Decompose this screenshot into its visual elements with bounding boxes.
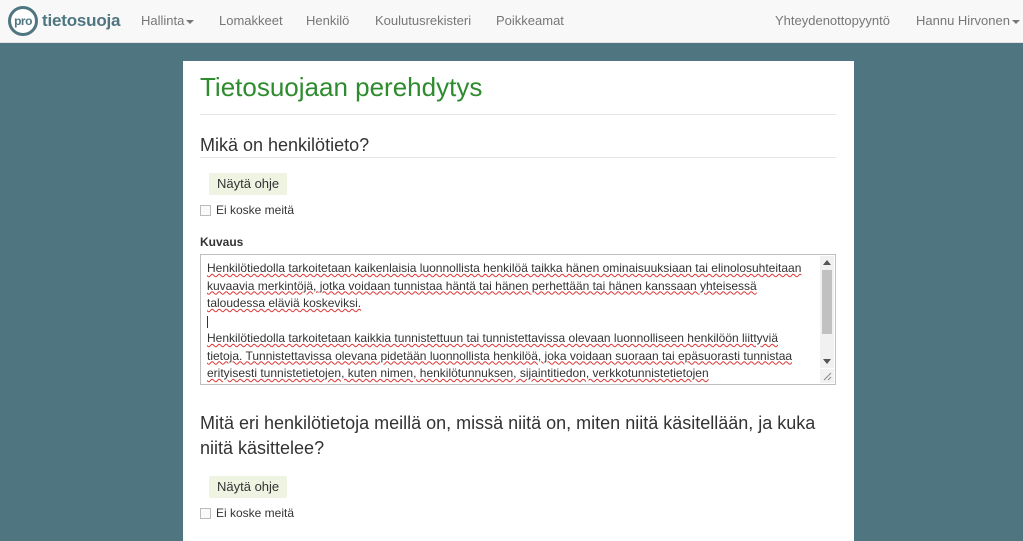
description-text: Henkilötiedolla tarkoitetaan kaikenlaisi…: [207, 260, 815, 383]
text-cursor: [207, 313, 815, 331]
not-applicable-1[interactable]: Ei koske meitä: [200, 203, 294, 217]
scroll-up-arrow-icon[interactable]: [823, 260, 831, 265]
user-name: Hannu Hirvonen: [916, 13, 1010, 28]
nav-yhteydenottopyynto[interactable]: Yhteydenottopyyntö: [775, 0, 890, 42]
top-navbar: pro tietosuoja Hallinta Lomakkeet Henkil…: [0, 0, 1023, 43]
description-label: Kuvaus: [200, 235, 244, 249]
nav-hallinta-label: Hallinta: [141, 13, 185, 28]
not-applicable-label-2: Ei koske meitä: [216, 506, 295, 520]
textarea-scrollbar[interactable]: [820, 256, 834, 368]
dropdown-caret-icon: [186, 19, 195, 24]
dropdown-caret-icon: [1011, 19, 1020, 24]
nav-henkilo[interactable]: Henkilö: [306, 0, 349, 42]
description-paragraph-2: Henkilötiedolla tarkoitetaan kaikkia tun…: [207, 331, 793, 380]
logo-text: tietosuoja: [42, 11, 121, 30]
resize-grip-icon[interactable]: [820, 369, 834, 383]
nav-hallinta[interactable]: Hallinta: [141, 0, 195, 42]
not-applicable-2[interactable]: Ei koske meitä: [200, 506, 294, 520]
brand-logo[interactable]: pro tietosuoja: [8, 5, 120, 37]
nav-koulutusrekisteri[interactable]: Koulutusrekisteri: [375, 0, 471, 42]
scroll-down-arrow-icon[interactable]: [823, 359, 831, 364]
not-applicable-checkbox-2[interactable]: [200, 507, 211, 519]
content-panel: Tietosuojaan perehdytys Mikä on henkilöt…: [183, 61, 854, 541]
question-2-heading: Mitä eri henkilötietoja meillä on, missä…: [200, 413, 816, 458]
show-help-button-1[interactable]: Näytä ohje: [209, 173, 288, 195]
title-divider: [200, 114, 836, 115]
description-paragraph-1: Henkilötiedolla tarkoitetaan kaikenlaisi…: [207, 261, 802, 310]
page-title: Tietosuojaan perehdytys: [200, 72, 483, 102]
scroll-thumb[interactable]: [822, 270, 832, 334]
nav-poikkeamat[interactable]: Poikkeamat: [496, 0, 564, 42]
description-textarea[interactable]: Henkilötiedolla tarkoitetaan kaikenlaisi…: [200, 254, 836, 385]
show-help-button-2[interactable]: Näytä ohje: [209, 476, 288, 498]
question-1-divider: [200, 157, 836, 158]
nav-user-menu[interactable]: Hannu Hirvonen: [916, 0, 1020, 42]
not-applicable-label-1: Ei koske meitä: [216, 203, 295, 217]
logo-badge: pro: [8, 6, 38, 36]
not-applicable-checkbox-1[interactable]: [200, 204, 211, 216]
question-1-heading: Mikä on henkilötieto?: [200, 135, 370, 155]
nav-lomakkeet[interactable]: Lomakkeet: [219, 0, 283, 42]
